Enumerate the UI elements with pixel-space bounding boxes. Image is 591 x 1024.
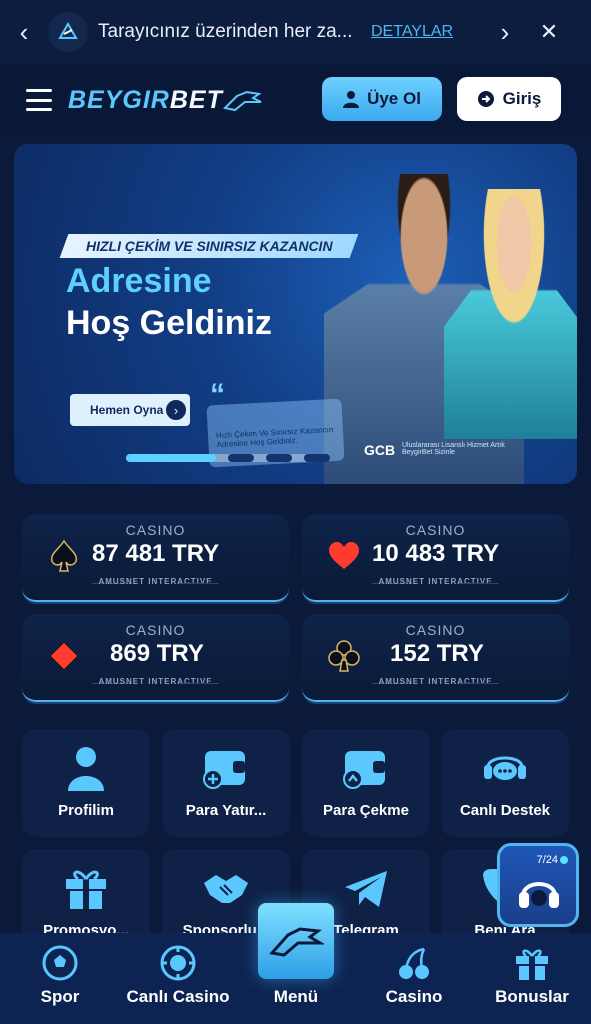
soccer-ball-icon [42,943,78,983]
spade-icon [46,538,82,574]
tile-profile[interactable]: Profilim [22,729,150,837]
wallet-withdraw-icon [302,745,430,791]
user-icon [343,91,360,108]
nav-live-casino[interactable]: Canlı Casino [118,933,238,1024]
next-arrow-icon[interactable]: › [483,17,527,48]
divider [179,583,219,584]
nav-label: Spor [40,987,80,1006]
headset-icon [519,882,559,908]
details-link[interactable]: DETAYLAR [371,23,483,41]
heart-icon [326,538,362,574]
nav-casino[interactable]: Casino [374,933,454,1024]
online-dot [560,856,568,864]
notification-bar: ‹ Tarayıcınız üzerinden her za... DETAYL… [0,0,591,64]
slide-dot[interactable] [304,454,330,462]
banner-headline-2: Hoş Geldiniz [66,304,272,342]
support-hours: 7/24 [536,854,558,866]
slide-dot[interactable] [228,454,254,462]
banner-woman-figure [444,189,577,439]
jackpot-category: CASINO [125,622,186,638]
notification-message: Tarayıcınız üzerinden her za... [98,21,353,42]
banner-ribbon: HIZLI ÇEKİM VE SINIRSIZ KAZANCIN [59,234,359,258]
nav-label: Menü [273,987,319,1006]
jackpot-card[interactable]: CASINO 10 483 TRY AMUSNET INTERACTIVE [302,514,569,602]
chevron-right-icon: › [164,398,188,422]
nav-label: Canlı Casino [126,987,230,1006]
gcb-badge: GCB [364,442,396,458]
jackpot-amount: 869 TRY [110,640,204,667]
jackpot-category: CASINO [405,622,466,638]
logo-text-1: BEYGIR [68,85,170,114]
jackpot-category: CASINO [125,522,186,538]
slide-dot[interactable] [266,454,292,462]
divider [459,683,499,684]
register-button[interactable]: Üye Ol [322,77,442,121]
slide-dots [228,454,330,462]
nav-sports[interactable]: Spor [24,933,96,1024]
jackpot-card[interactable]: CASINO 87 481 TRY AMUSNET INTERACTIVE [22,514,289,602]
nav-bonuses[interactable]: Bonuslar [486,933,578,1024]
jackpot-amount: 152 TRY [390,640,484,667]
jackpot-card[interactable]: CASINO 869 TRY AMUSNET INTERACTIVE [22,614,289,702]
divider [179,683,219,684]
jackpot-provider: AMUSNET INTERACTIVE [98,677,213,686]
login-label: Giriş [502,89,542,108]
banner-headline-1: Adresine [66,262,212,300]
jackpot-provider: AMUSNET INTERACTIVE [378,577,493,586]
gift-icon [22,865,150,911]
user-icon [22,745,150,791]
cherries-icon [396,943,432,983]
tile-label: Para Yatır... [185,802,267,819]
tile-label: Canlı Destek [459,802,551,819]
live-support-widget[interactable]: 7/24 [497,843,579,927]
chat-support-icon [441,745,569,791]
tile-label: Para Çekme [323,802,409,819]
diamond-icon [46,638,82,674]
register-label: Üye Ol [367,89,421,108]
tile-label: Profilim [58,802,114,819]
jackpot-amount: 87 481 TRY [92,540,220,567]
casino-chip-icon [160,943,196,983]
login-icon [477,91,494,107]
menu-center-button[interactable] [258,903,334,979]
club-icon [326,638,362,674]
jackpot-provider: AMUSNET INTERACTIVE [378,677,493,686]
divider [459,583,499,584]
nav-label: Bonuslar [495,987,569,1006]
slide-progress-fill [126,454,216,462]
jackpot-provider: AMUSNET INTERACTIVE [98,577,213,586]
site-logo[interactable]: BEYGIR BET [68,86,263,115]
promo-banner[interactable]: HIZLI ÇEKİM VE SINIRSIZ KAZANCIN Adresin… [14,144,577,484]
jackpot-category: CASINO [405,522,466,538]
hamburger-menu-icon[interactable] [26,89,52,111]
app-badge-icon [48,12,88,52]
prev-arrow-icon[interactable]: ‹ [0,17,48,48]
jackpot-card[interactable]: CASINO 152 TRY AMUSNET INTERACTIVE [302,614,569,702]
license-text: Uluslararası Lisanslı Hizmet Artık Beygi… [402,442,505,456]
jackpot-amount: 10 483 TRY [372,540,500,567]
horse-logo-icon [222,90,262,112]
site-header: BEYGIR BET Üye Ol Giriş [0,64,591,136]
nav-label: Casino [385,987,443,1006]
wallet-plus-icon [162,745,290,791]
login-button[interactable]: Giriş [457,77,561,121]
logo-text-2: BET [169,85,223,114]
horse-logo-icon [269,927,324,957]
tile-live-support[interactable]: Canlı Destek [441,729,569,837]
close-icon[interactable]: ✕ [527,19,571,45]
gift-icon [514,943,550,983]
tile-deposit[interactable]: Para Yatır... [162,729,290,837]
tile-withdraw[interactable]: Para Çekme [302,729,430,837]
